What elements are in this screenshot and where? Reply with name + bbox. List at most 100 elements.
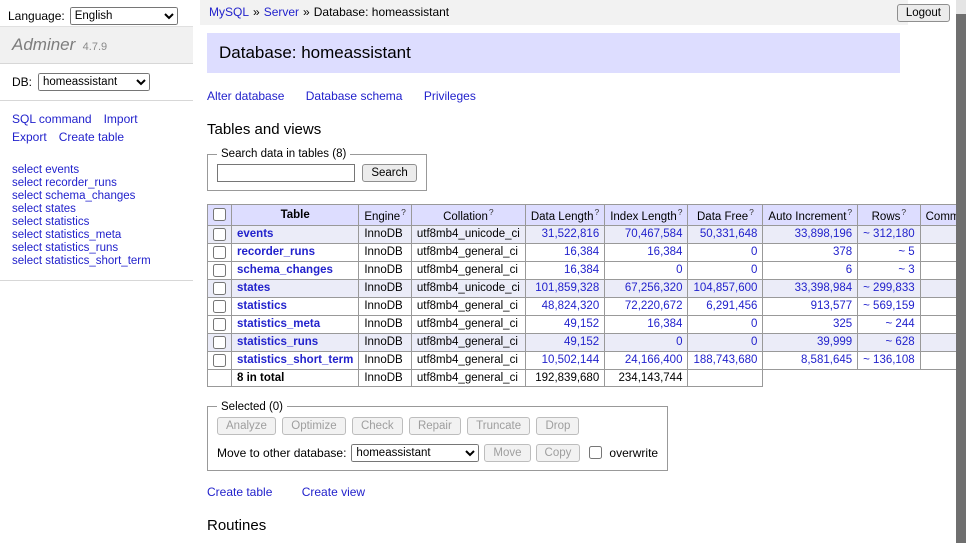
sidebar-select-link[interactable]: select [12, 190, 42, 202]
table-name-link[interactable]: states [237, 282, 270, 294]
create-view-link[interactable]: Create view [302, 485, 365, 499]
sidebar-link-create-table[interactable]: Create table [59, 130, 124, 144]
index-length-link[interactable]: 0 [676, 264, 682, 276]
sidebar-select-link[interactable]: select [12, 255, 42, 267]
sidebar-link-import[interactable]: Import [104, 112, 138, 126]
alter-database-link[interactable]: Alter database [207, 89, 284, 103]
privileges-link[interactable]: Privileges [424, 89, 476, 103]
database-schema-link[interactable]: Database schema [306, 89, 403, 103]
sidebar-table-name-link[interactable]: statistics [45, 216, 89, 228]
language-select[interactable]: English [70, 7, 178, 25]
help-link[interactable]: ? [594, 207, 599, 217]
move-db-select[interactable]: homeassistant [351, 444, 479, 462]
sidebar-table-name-link[interactable]: recorder_runs [45, 177, 117, 189]
rows-count-link[interactable]: ~ 569,159 [863, 300, 914, 312]
data-length-link[interactable]: 16,384 [564, 246, 599, 258]
selected-action-button[interactable]: Drop [536, 417, 579, 435]
help-link[interactable]: ? [401, 207, 406, 217]
sidebar-select-link[interactable]: select [12, 164, 42, 176]
scrollbar-thumb[interactable] [956, 14, 966, 543]
sidebar-table-name-link[interactable]: states [45, 203, 76, 215]
rows-count-link[interactable]: ~ 312,180 [863, 228, 914, 240]
row-checkbox[interactable] [213, 264, 226, 277]
sidebar-select-link[interactable]: select [12, 229, 42, 241]
index-length-link[interactable]: 16,384 [647, 246, 682, 258]
table-name-link[interactable]: statistics_runs [237, 336, 318, 348]
help-link[interactable]: ? [749, 207, 754, 217]
table-name-link[interactable]: schema_changes [237, 264, 333, 276]
move-button[interactable]: Move [484, 444, 530, 462]
sidebar-table-name-link[interactable]: statistics_meta [45, 229, 121, 241]
data-length-link[interactable]: 49,152 [564, 336, 599, 348]
sidebar-link-export[interactable]: Export [12, 130, 47, 144]
data-length-link[interactable]: 31,522,816 [542, 228, 600, 240]
selected-action-button[interactable]: Optimize [282, 417, 345, 435]
data-free-link[interactable]: 104,857,600 [693, 282, 757, 294]
breadcrumb-mysql-link[interactable]: MySQL [209, 5, 249, 19]
vertical-scrollbar[interactable] [956, 0, 966, 543]
auto-increment-link[interactable]: 8,581,645 [801, 354, 852, 366]
auto-increment-link[interactable]: 39,999 [817, 336, 852, 348]
auto-increment-link[interactable]: 33,898,196 [795, 228, 853, 240]
sidebar-table-name-link[interactable]: statistics_runs [45, 242, 118, 254]
db-select[interactable]: homeassistant [38, 73, 150, 91]
data-free-link[interactable]: 0 [751, 246, 757, 258]
sidebar-link-sql-command[interactable]: SQL command [12, 112, 92, 126]
table-name-link[interactable]: recorder_runs [237, 246, 315, 258]
rows-count-link[interactable]: ~ 3 [898, 264, 914, 276]
sidebar-select-link[interactable]: select [12, 216, 42, 228]
index-length-link[interactable]: 0 [676, 336, 682, 348]
sidebar-table-name-link[interactable]: events [45, 164, 79, 176]
auto-increment-link[interactable]: 33,398,984 [795, 282, 853, 294]
sidebar-select-link[interactable]: select [12, 177, 42, 189]
overwrite-checkbox[interactable] [589, 446, 602, 459]
index-length-link[interactable]: 67,256,320 [625, 282, 683, 294]
row-checkbox[interactable] [213, 354, 226, 367]
select-all-checkbox[interactable] [213, 208, 226, 221]
rows-count-link[interactable]: ~ 244 [886, 318, 915, 330]
rows-count-link[interactable]: ~ 136,108 [863, 354, 914, 366]
index-length-link[interactable]: 24,166,400 [625, 354, 683, 366]
row-checkbox[interactable] [213, 246, 226, 259]
auto-increment-link[interactable]: 913,577 [811, 300, 853, 312]
table-name-link[interactable]: statistics_short_term [237, 354, 353, 366]
sidebar-select-link[interactable]: select [12, 242, 42, 254]
breadcrumb-server-link[interactable]: Server [264, 5, 299, 19]
data-free-link[interactable]: 0 [751, 264, 757, 276]
selected-action-button[interactable]: Truncate [467, 417, 530, 435]
table-name-link[interactable]: statistics_meta [237, 318, 320, 330]
data-free-link[interactable]: 0 [751, 336, 757, 348]
data-length-link[interactable]: 48,824,320 [542, 300, 600, 312]
data-length-link[interactable]: 16,384 [564, 264, 599, 276]
help-link[interactable]: ? [678, 207, 683, 217]
index-length-link[interactable]: 70,467,584 [625, 228, 683, 240]
create-table-link[interactable]: Create table [207, 485, 272, 499]
table-name-link[interactable]: events [237, 228, 273, 240]
data-length-link[interactable]: 101,859,328 [535, 282, 599, 294]
data-length-link[interactable]: 10,502,144 [542, 354, 600, 366]
rows-count-link[interactable]: ~ 5 [898, 246, 914, 258]
rows-count-link[interactable]: ~ 299,833 [863, 282, 914, 294]
row-checkbox[interactable] [213, 282, 226, 295]
help-link[interactable]: ? [847, 207, 852, 217]
selected-action-button[interactable]: Repair [409, 417, 461, 435]
selected-action-button[interactable]: Check [352, 417, 403, 435]
sidebar-table-name-link[interactable]: schema_changes [45, 190, 135, 202]
data-free-link[interactable]: 6,291,456 [706, 300, 757, 312]
help-link[interactable]: ? [489, 207, 494, 217]
auto-increment-link[interactable]: 325 [833, 318, 852, 330]
data-free-link[interactable]: 188,743,680 [693, 354, 757, 366]
row-checkbox[interactable] [213, 318, 226, 331]
auto-increment-link[interactable]: 6 [846, 264, 852, 276]
data-length-link[interactable]: 49,152 [564, 318, 599, 330]
logout-button[interactable]: Logout [897, 4, 950, 22]
table-name-link[interactable]: statistics [237, 300, 287, 312]
help-link[interactable]: ? [901, 207, 906, 217]
data-free-link[interactable]: 0 [751, 318, 757, 330]
data-free-link[interactable]: 50,331,648 [700, 228, 758, 240]
row-checkbox[interactable] [213, 228, 226, 241]
search-button[interactable]: Search [362, 164, 416, 182]
copy-button[interactable]: Copy [536, 444, 581, 462]
row-checkbox[interactable] [213, 336, 226, 349]
sidebar-select-link[interactable]: select [12, 203, 42, 215]
